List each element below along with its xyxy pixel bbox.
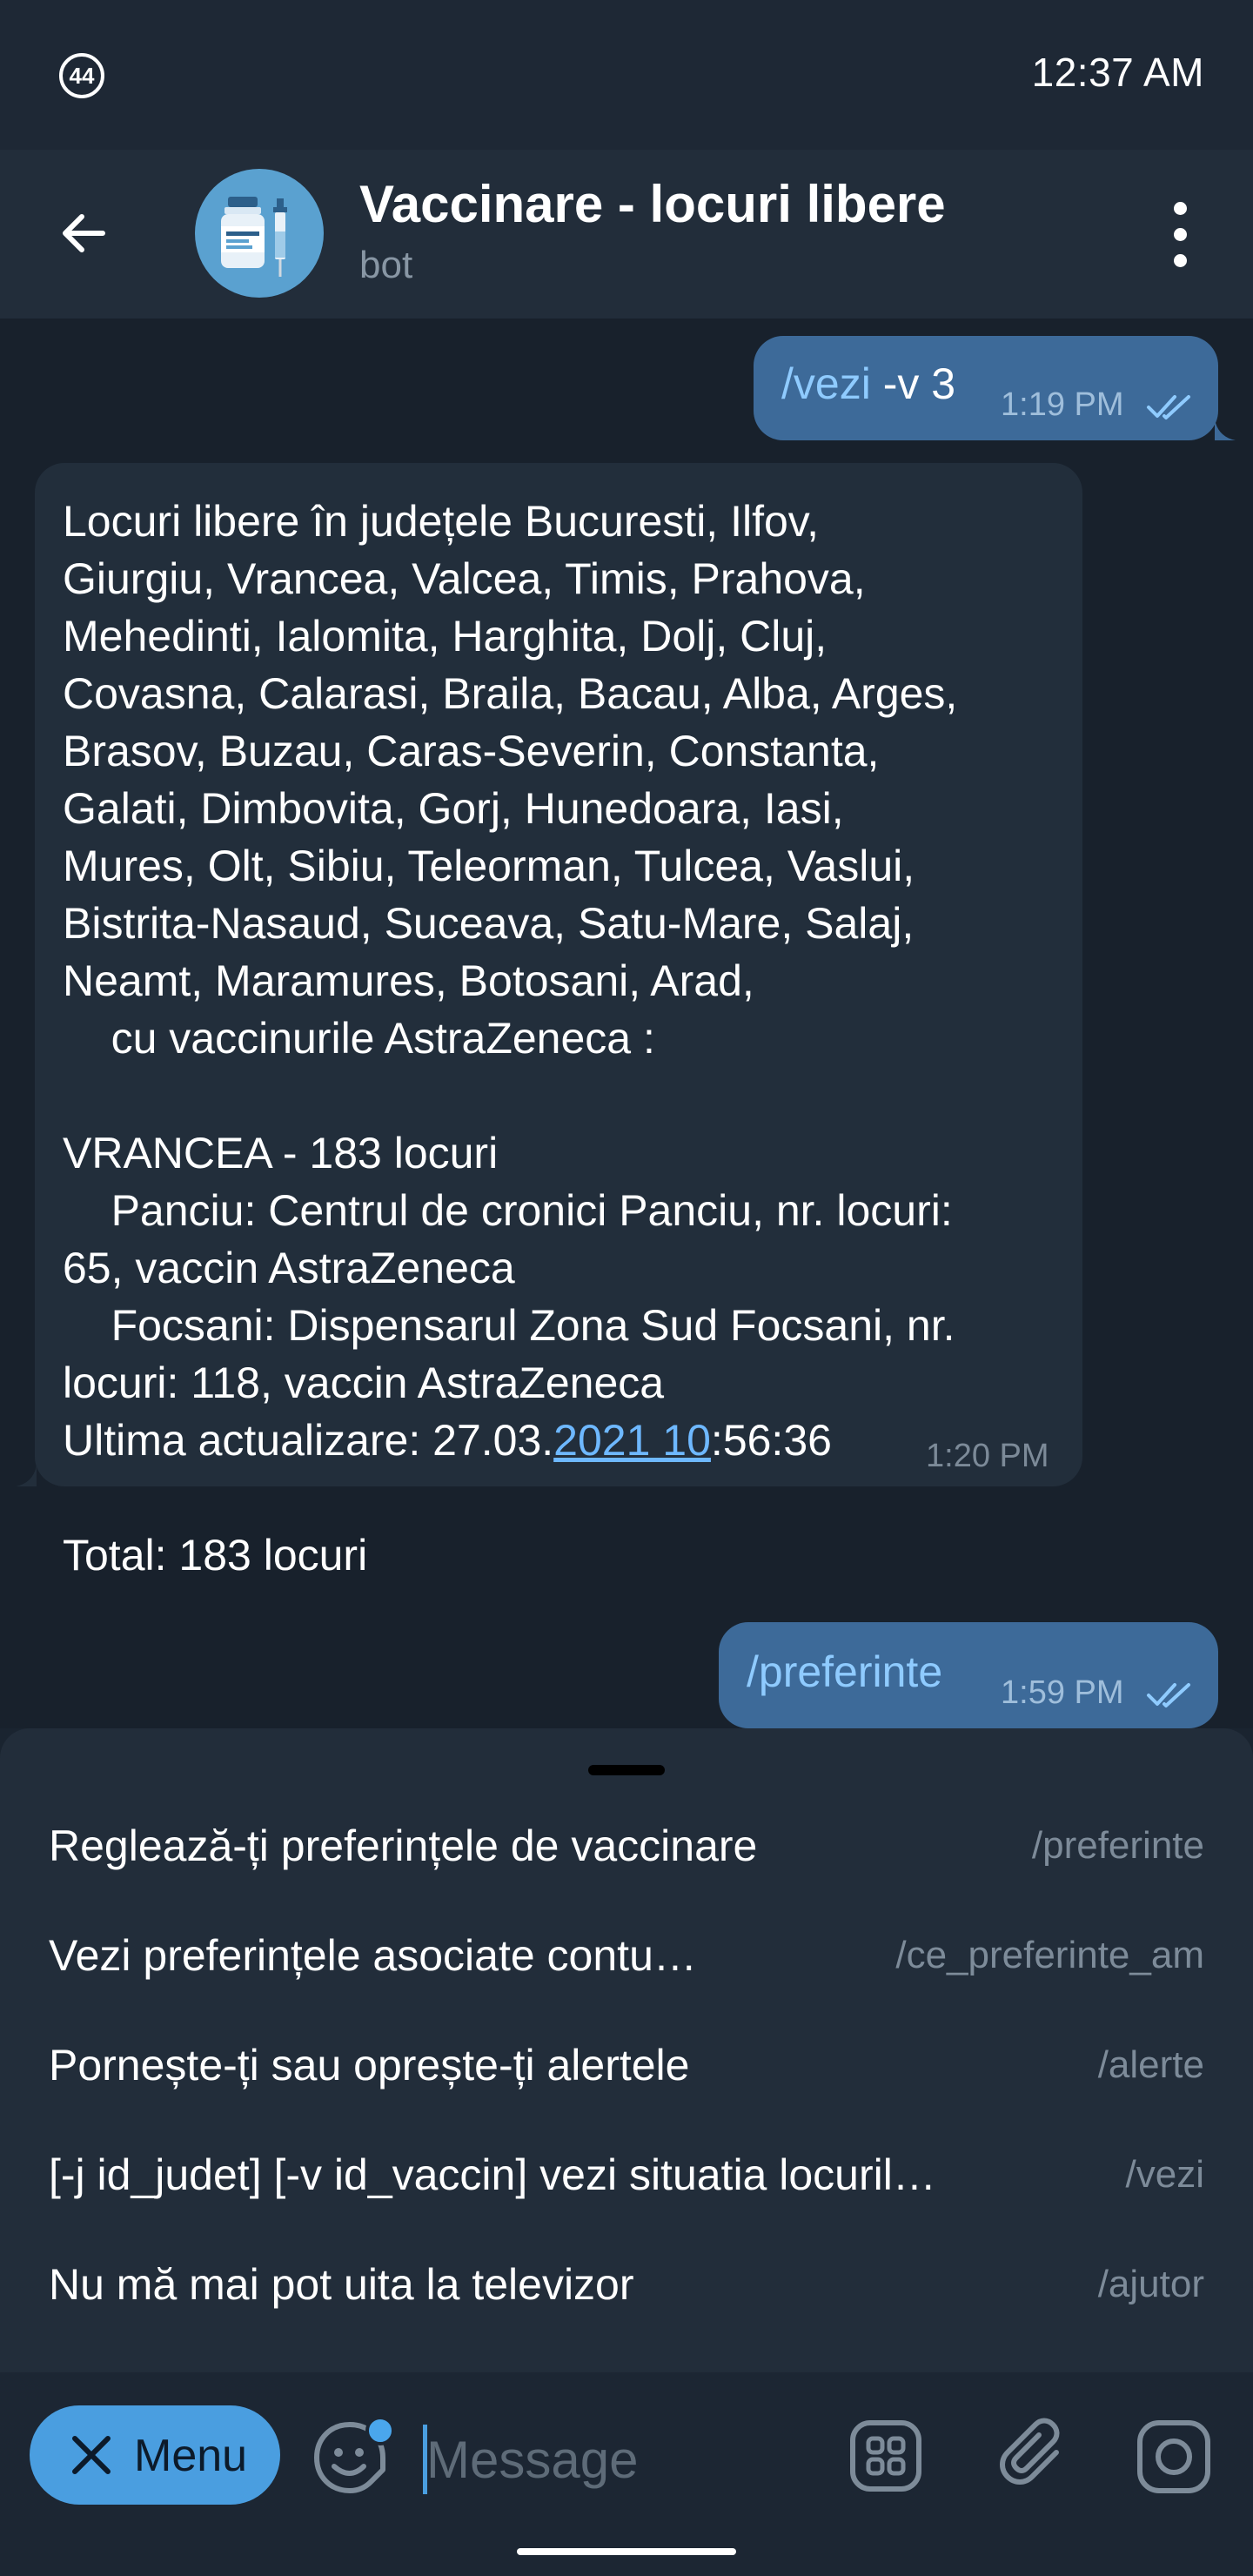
incoming-message[interactable]: Locuri libere în județele Bucuresti, Ilf… <box>35 463 1082 1580</box>
command-description: Vezi preferințele asociate contu… <box>49 1931 697 1980</box>
command-item[interactable]: Nu mă mai pot uita la televizor /ajutor <box>0 2228 1253 2338</box>
command-item[interactable]: [-j id_judet] [-v id_vaccin] vezi situat… <box>0 2118 1253 2228</box>
bubble-tail <box>1215 419 1236 440</box>
message-input[interactable] <box>423 2418 788 2501</box>
command-item[interactable]: Reglează-ți preferințele de vaccinare /p… <box>0 1789 1253 1899</box>
status-bar: 44 12:37 AM <box>0 0 1253 150</box>
attach-icon[interactable] <box>995 2416 1075 2496</box>
command-link[interactable]: /vezi <box>781 359 871 408</box>
outgoing-message[interactable]: /preferinte 1:59 PM <box>719 1622 1218 1728</box>
outgoing-message[interactable]: /vezi -v 3 1:19 PM <box>754 336 1218 440</box>
command-description: Nu mă mai pot uita la televizor <box>49 2260 634 2309</box>
message-input-bar: Menu <box>0 2372 1253 2529</box>
drag-handle[interactable] <box>588 1765 665 1775</box>
message-time: 1:19 PM <box>1001 386 1124 423</box>
bot-commands-panel: Reglează-ți preferințele de vaccinare /p… <box>0 1728 1253 2372</box>
double-check-icon <box>1147 1683 1190 1707</box>
system-nav-bar <box>0 2529 1253 2576</box>
bot-commands-icon[interactable] <box>848 2418 924 2494</box>
bot-avatar[interactable] <box>195 169 324 298</box>
back-arrow-icon[interactable] <box>57 207 110 259</box>
command-name: /vezi <box>1125 2153 1204 2196</box>
close-icon <box>72 2436 111 2474</box>
status-time: 12:37 AM <box>1031 50 1204 95</box>
double-check-icon <box>1147 395 1190 419</box>
command-description: Reglează-ți preferințele de vaccinare <box>49 1821 758 1870</box>
chat-title[interactable]: Vaccinare - locuri libere <box>359 174 946 234</box>
menu-button[interactable]: Menu <box>30 2405 280 2505</box>
camera-icon[interactable] <box>1135 2418 1213 2496</box>
command-item[interactable]: Vezi preferințele asociate contu… /ce_pr… <box>0 1899 1253 2009</box>
command-description: [-j id_judet] [-v id_vaccin] vezi situat… <box>49 2150 936 2199</box>
message-text: Locuri libere în județele Bucuresti, Ilf… <box>63 493 1063 1584</box>
command-link[interactable]: /preferinte <box>747 1647 942 1696</box>
chat-header: Vaccinare - locuri libere bot <box>0 150 1253 319</box>
notification-count-badge: 44 <box>59 53 104 98</box>
date-link[interactable]: 2021 10 <box>553 1416 711 1465</box>
message-list[interactable]: /vezi -v 3 1:19 PM Locuri libere în jude… <box>0 319 1253 1728</box>
command-item[interactable]: Pornește-ți sau oprește-ți alertele /ale… <box>0 2009 1253 2118</box>
command-name: /alerte <box>1097 2043 1204 2086</box>
command-name: /ce_preferinte_am <box>895 1934 1204 1976</box>
message-time: 1:59 PM <box>1001 1674 1124 1711</box>
command-description: Pornește-ți sau oprește-ți alertele <box>49 2041 690 2090</box>
command-args: -v 3 <box>870 359 956 408</box>
bubble-tail <box>16 1466 37 1486</box>
vaccine-vial-icon <box>221 197 287 277</box>
message-text: /preferinte <box>747 1647 942 1697</box>
chat-subtitle: bot <box>359 244 413 286</box>
command-name: /preferinte <box>1031 1824 1204 1867</box>
home-indicator[interactable] <box>517 2548 736 2555</box>
new-stickers-dot <box>365 2416 395 2445</box>
message-text: /vezi -v 3 <box>781 359 955 409</box>
command-name: /ajutor <box>1097 2263 1204 2305</box>
more-vert-icon[interactable] <box>1163 202 1201 268</box>
message-body: Locuri libere în județele Bucuresti, Ilf… <box>63 497 958 1465</box>
message-time: 1:20 PM <box>926 1438 1049 1474</box>
menu-label: Menu <box>134 2431 248 2481</box>
